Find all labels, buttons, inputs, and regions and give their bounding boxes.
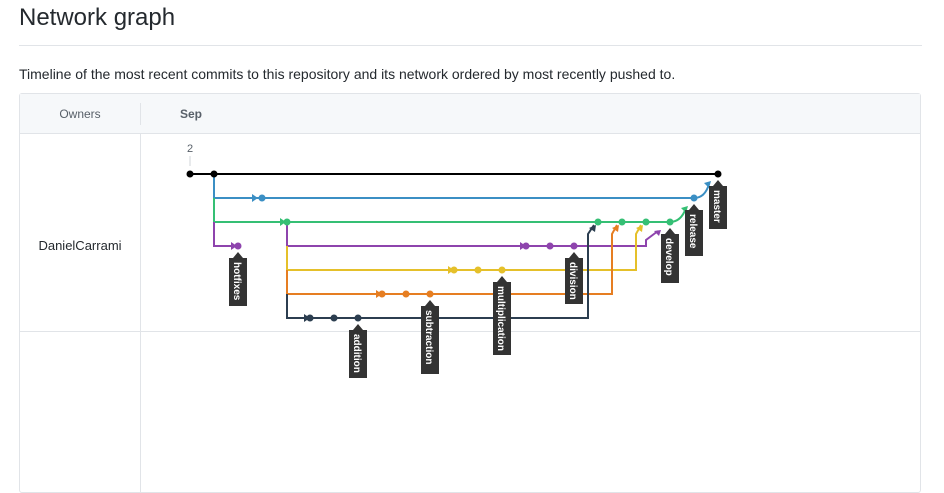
branch-label-text: multiplication <box>495 286 506 351</box>
commit-dot[interactable] <box>546 242 554 250</box>
commit-dot[interactable] <box>330 314 338 322</box>
network-graph[interactable]: 2 master release develop hotfixes divisi… <box>0 0 944 487</box>
commit-dot[interactable] <box>666 218 674 226</box>
branch-label-release[interactable]: release <box>685 204 703 256</box>
branch-label-subtraction[interactable]: subtraction <box>421 300 439 374</box>
addition-line <box>286 224 595 319</box>
day-tick-label: 2 <box>187 143 193 155</box>
branch-label-text: release <box>687 214 698 249</box>
branch-label-division[interactable]: division <box>565 252 583 304</box>
commit-dot[interactable] <box>522 242 530 250</box>
commit-dot[interactable] <box>402 290 410 298</box>
commit-dot[interactable] <box>642 218 650 226</box>
commit-dot[interactable] <box>474 266 482 274</box>
division-line <box>286 222 659 247</box>
develop-line <box>213 198 670 223</box>
release-line <box>213 174 694 199</box>
branch-label-text: division <box>567 262 578 300</box>
commit-dot[interactable] <box>306 314 314 322</box>
commit-dot[interactable] <box>498 266 506 274</box>
commit-dot[interactable] <box>186 170 194 178</box>
commit-dot[interactable] <box>283 218 291 226</box>
commit-dot[interactable] <box>258 194 266 202</box>
commit-dot[interactable] <box>234 242 242 250</box>
branch-label-multiplication[interactable]: multiplication <box>493 276 511 355</box>
branch-label-text: addition <box>351 334 362 373</box>
branch-label-text: master <box>711 190 722 223</box>
branch-label-addition[interactable]: addition <box>349 324 367 378</box>
branch-label-text: develop <box>663 238 674 276</box>
commit-dot[interactable] <box>354 314 362 322</box>
commit-dot[interactable] <box>594 218 602 226</box>
commit-dot[interactable] <box>714 170 722 178</box>
hotfixes-line <box>213 222 237 247</box>
commit-dot[interactable] <box>618 218 626 226</box>
release-arrow-icon <box>252 194 258 202</box>
branch-label-text: subtraction <box>423 310 434 364</box>
commit-dot[interactable] <box>570 242 578 250</box>
branch-label-master[interactable]: master <box>709 180 727 229</box>
branch-label-hotfixes[interactable]: hotfixes <box>229 252 247 306</box>
commit-dot[interactable] <box>450 266 458 274</box>
commit-dot[interactable] <box>426 290 434 298</box>
commit-dot[interactable] <box>690 194 698 202</box>
branch-label-text: hotfixes <box>231 262 242 301</box>
commit-dot[interactable] <box>210 170 218 178</box>
commit-dot[interactable] <box>378 290 386 298</box>
branch-label-develop[interactable]: develop <box>661 228 679 283</box>
